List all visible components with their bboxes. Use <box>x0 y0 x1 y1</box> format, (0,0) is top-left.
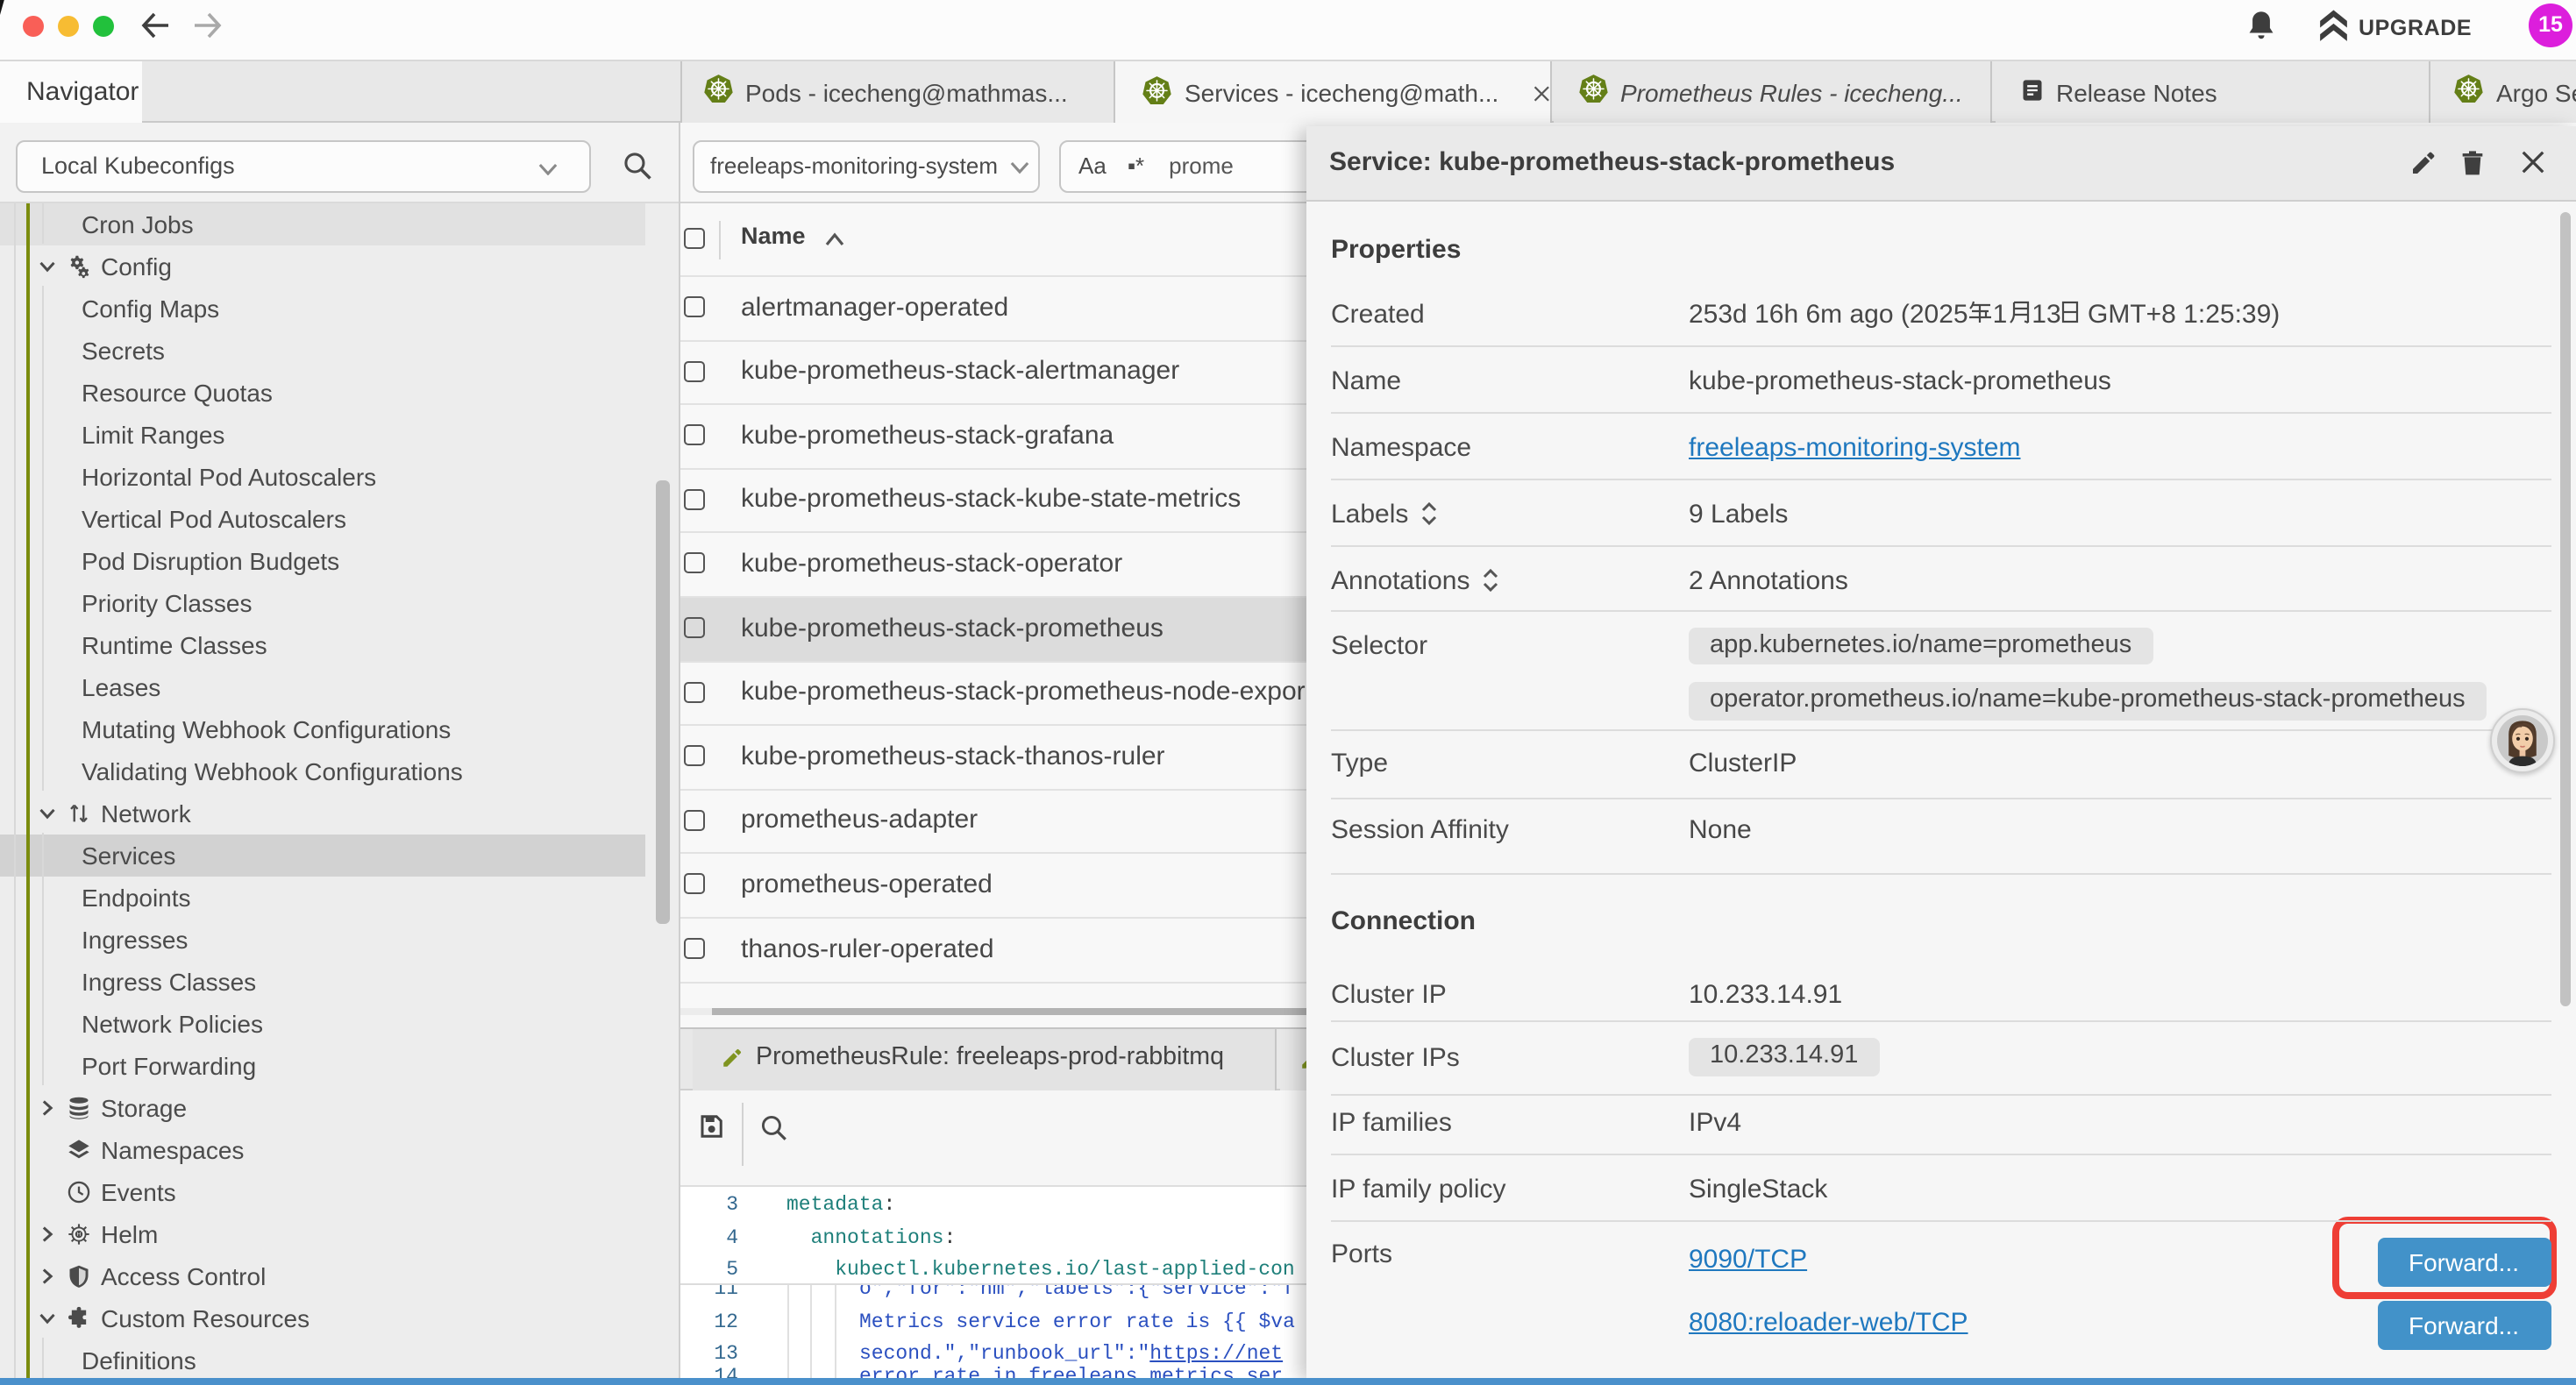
svg-text:H: H <box>77 1231 82 1237</box>
